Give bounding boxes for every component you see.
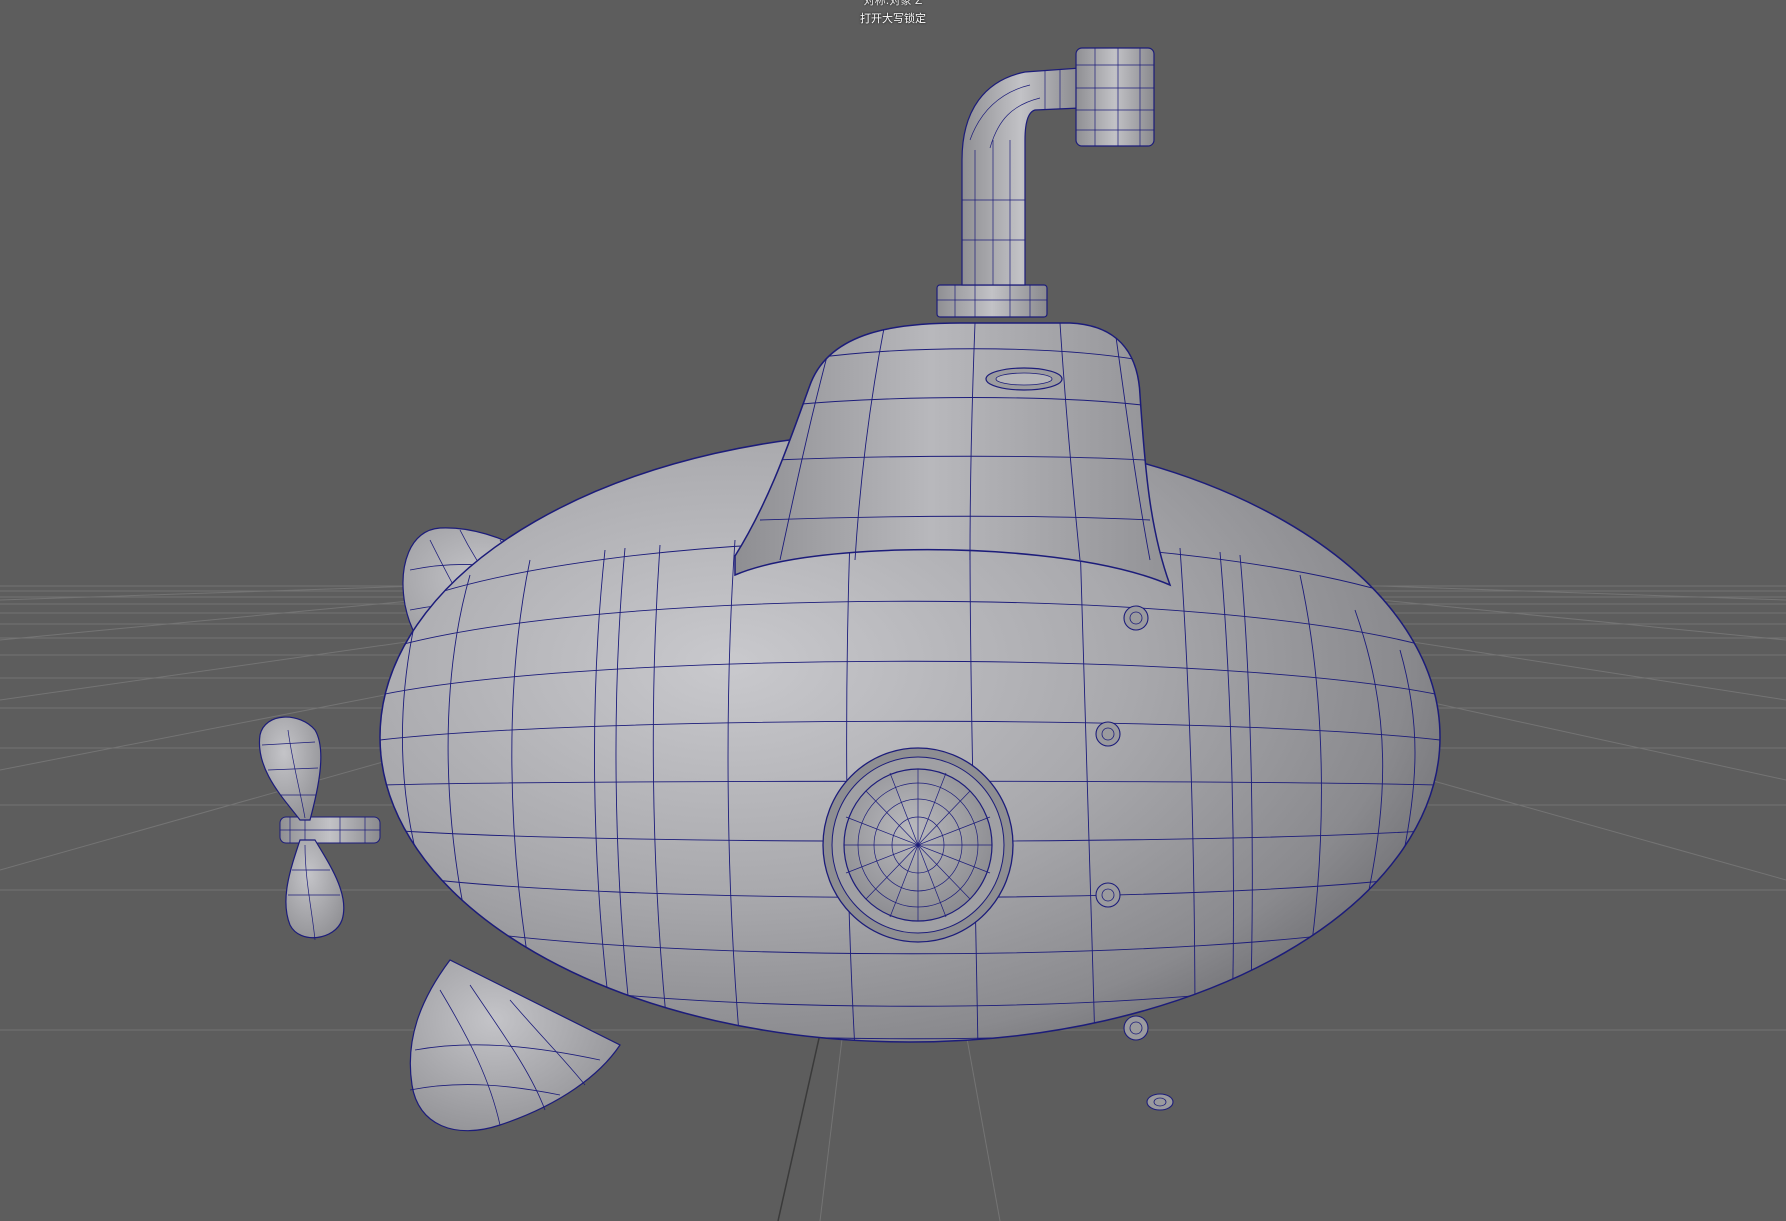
hud-symmetry-text: 对称:对象 Z <box>863 0 923 7</box>
scene-render[interactable] <box>0 0 1786 1221</box>
hud-caps-lock-text: 打开大写锁定 <box>860 12 926 25</box>
viewport-hud: 对称:对象 Z 打开大写锁定 <box>0 0 1786 26</box>
propeller[interactable] <box>258 716 381 941</box>
rivet-3 <box>1095 882 1121 908</box>
porthole[interactable] <box>822 747 1014 943</box>
lower-tail-fin[interactable] <box>409 959 621 1132</box>
conning-tower[interactable] <box>734 322 1172 587</box>
maya-perspective-viewport[interactable]: 对称:对象 Z 打开大写锁定 <box>0 0 1786 1221</box>
rivet-2 <box>1095 721 1121 747</box>
periscope[interactable] <box>936 47 1155 318</box>
rivet-1 <box>1123 605 1149 631</box>
rivet-4 <box>1123 1015 1149 1041</box>
rivet-5 <box>1146 1093 1174 1111</box>
